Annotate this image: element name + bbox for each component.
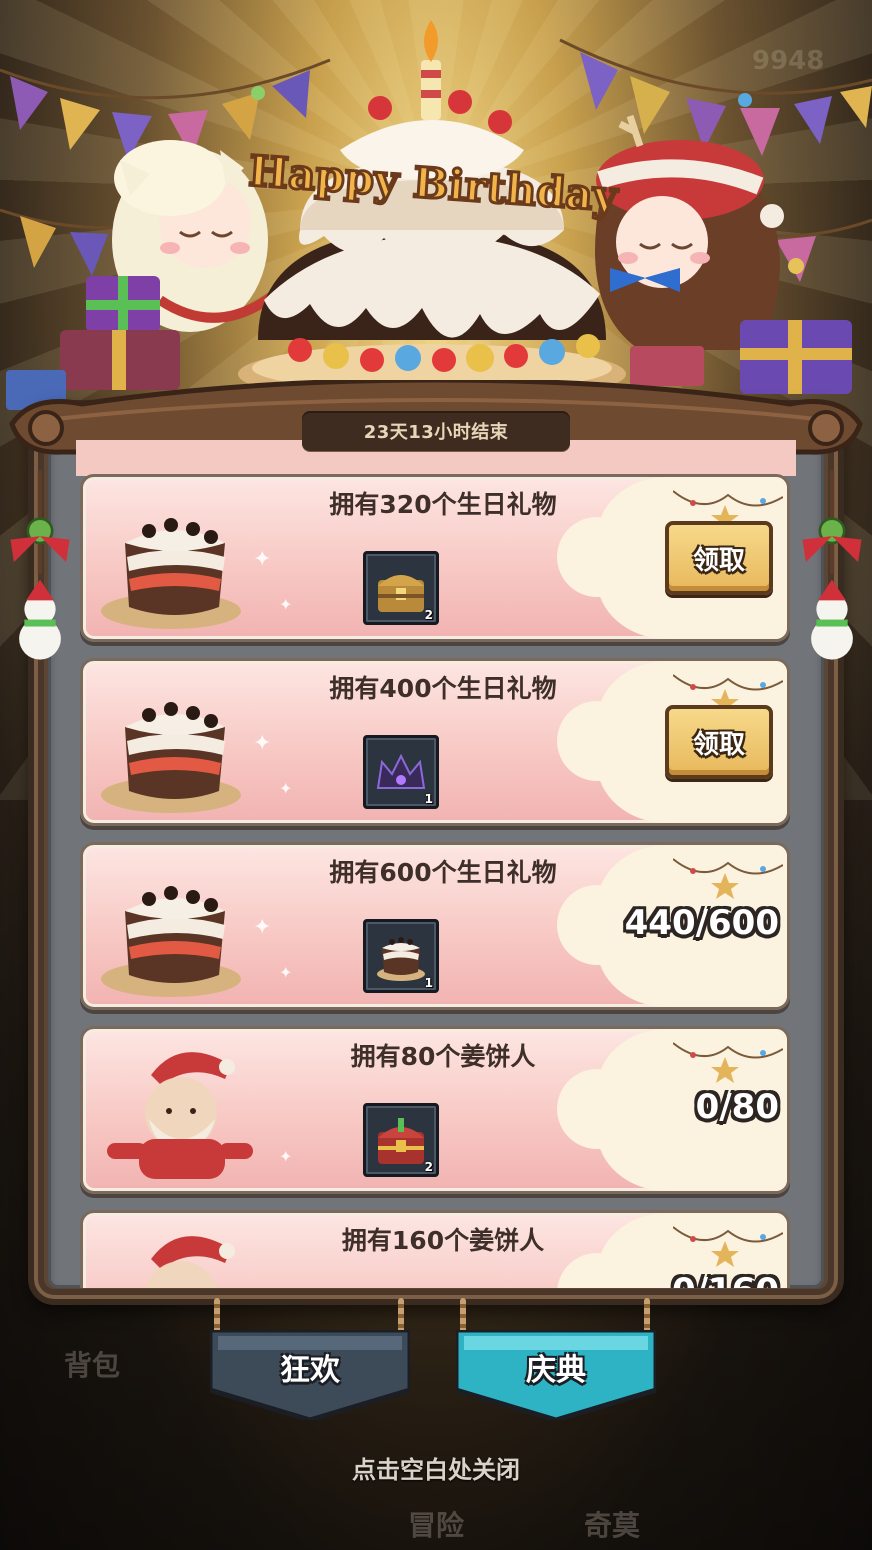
nav-other-ghost: 奇莫 <box>584 1509 641 1542</box>
reward-count: 1 <box>424 976 433 990</box>
tab-carnival[interactable]: 狂欢 <box>210 1330 410 1420</box>
task-card: ✦ ✦ 拥有320个生日礼物 2 领取 <box>80 474 790 642</box>
task-title: 拥有160个姜饼人 <box>341 1226 545 1255</box>
task-list[interactable]: ✦ ✦ 拥有320个生日礼物 2 领取 ✦ ✦ 拥有400个生日礼物 1 领取 … <box>80 474 792 1288</box>
task-progress: 0/160 <box>672 1271 779 1288</box>
tab-celebration[interactable]: 庆典 <box>456 1330 656 1420</box>
task-card: ✦ 拥有80个姜饼人 2 0/80 <box>80 1026 790 1194</box>
sparkle-icon: ✦ <box>279 963 293 982</box>
birthday-cake-banner: Happy Birthday <box>6 20 852 410</box>
task-title: 拥有80个姜饼人 <box>350 1042 536 1071</box>
tab-carnival-label: 狂欢 <box>280 1353 340 1388</box>
reindeer-girl-character-icon <box>595 114 784 350</box>
claim-button[interactable]: 领取 <box>665 521 773 595</box>
reward-item[interactable]: 2 <box>363 551 439 625</box>
sparkle-icon: ✦ <box>279 1147 293 1166</box>
reward-count: 2 <box>424 1160 433 1174</box>
task-title: 拥有320个生日礼物 <box>329 490 557 519</box>
dark-crown-icon <box>376 753 426 789</box>
sparkle-icon: ✦ <box>279 595 293 614</box>
event-timer: 23天13小时结束 <box>302 411 570 451</box>
sparkle-icon: ✦ <box>279 779 293 798</box>
task-title: 拥有400个生日礼物 <box>329 674 557 703</box>
task-card: 拥有160个姜饼人 0/160 <box>80 1210 790 1288</box>
reward-item[interactable]: 1 <box>363 919 439 993</box>
task-progress: 440/600 <box>624 903 779 943</box>
close-hint[interactable]: 点击空白处关闭 <box>0 1450 872 1485</box>
nav-bag-ghost: 背包 <box>64 1349 121 1382</box>
task-title: 拥有600个生日礼物 <box>329 858 557 887</box>
sparkle-icon: ✦ <box>253 731 272 756</box>
treasure-chest-icon <box>378 575 424 612</box>
snowman-ornament-right-icon <box>802 470 862 660</box>
reward-item[interactable]: 1 <box>363 735 439 809</box>
reward-count: 1 <box>424 792 433 806</box>
claim-button[interactable]: 领取 <box>665 705 773 779</box>
sparkle-icon: ✦ <box>253 547 272 572</box>
reward-count: 2 <box>424 608 433 622</box>
reward-item[interactable]: 2 <box>363 1103 439 1177</box>
nav-adventure-ghost: 冒险 <box>408 1509 465 1542</box>
tab-celebration-label: 庆典 <box>526 1353 586 1388</box>
snowman-ornament-left-icon <box>10 470 70 660</box>
cake-icon <box>377 937 425 981</box>
task-card: ✦ ✦ 拥有400个生日礼物 1 领取 <box>80 658 790 826</box>
task-progress: 0/80 <box>695 1087 779 1127</box>
sparkle-icon: ✦ <box>253 915 272 940</box>
red-chest-icon <box>378 1118 424 1164</box>
task-card: ✦ ✦ 拥有600个生日礼物 1 440/600 <box>80 842 790 1010</box>
